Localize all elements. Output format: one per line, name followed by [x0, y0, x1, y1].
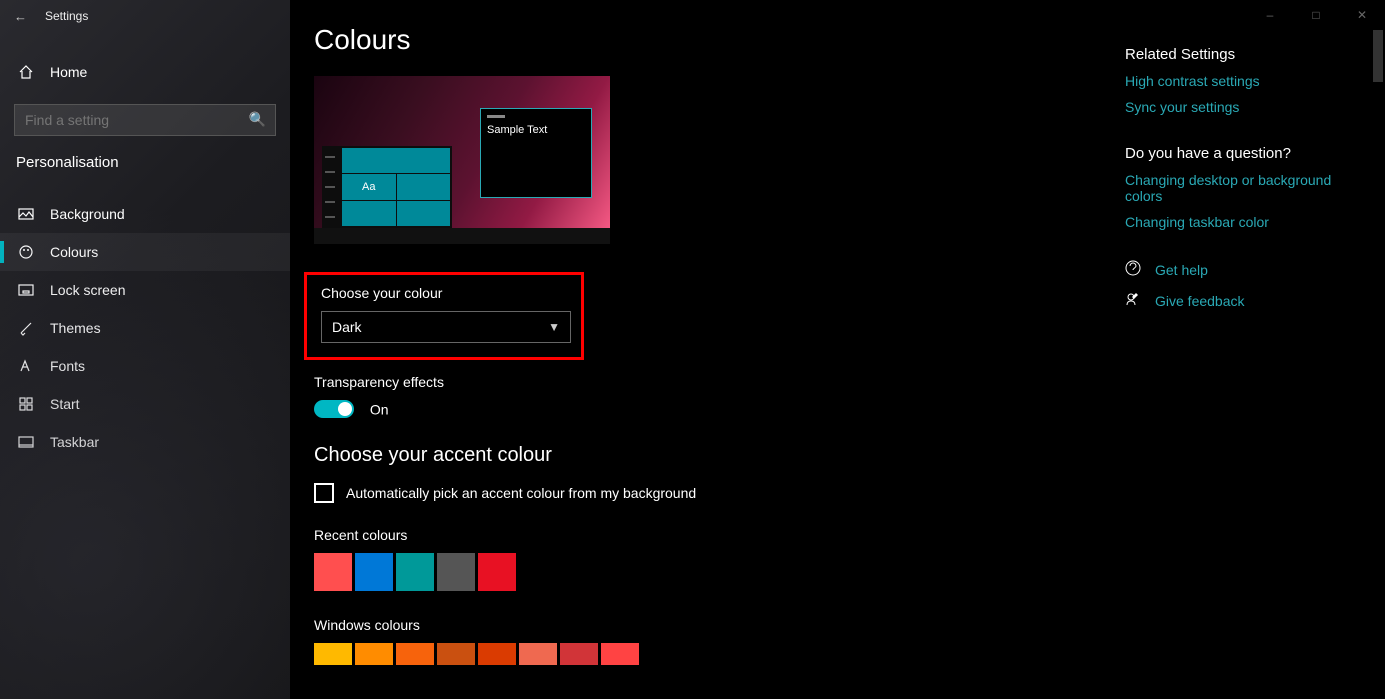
question-title: Do you have a question? [1125, 145, 1355, 162]
colour-swatch[interactable] [396, 643, 434, 665]
auto-accent-row[interactable]: Automatically pick an accent colour from… [314, 483, 1125, 503]
preview-aa: Aa [342, 174, 396, 199]
scrollbar[interactable] [1371, 30, 1385, 699]
home-label: Home [50, 64, 87, 80]
colour-swatch[interactable] [355, 643, 393, 665]
image-icon [18, 206, 34, 222]
transparency-state: On [370, 401, 389, 417]
colour-swatch[interactable] [314, 553, 352, 591]
colour-swatch[interactable] [437, 643, 475, 665]
colour-swatch[interactable] [314, 643, 352, 665]
link-high-contrast[interactable]: High contrast settings [1125, 73, 1355, 89]
feedback-icon [1125, 291, 1143, 310]
windows-colours [314, 643, 1125, 665]
windows-colours-label: Windows colours [314, 617, 1125, 633]
sidebar-item-lockscreen[interactable]: Lock screen [0, 271, 290, 309]
taskbar-icon [18, 434, 34, 450]
brush-icon [18, 320, 34, 336]
give-feedback-button[interactable]: Give feedback [1125, 291, 1355, 310]
sidebar-item-label: Lock screen [50, 282, 125, 298]
colour-preview: Aa Sample Text [314, 76, 610, 244]
titlebar: ← Settings [0, 0, 290, 32]
lock-icon [18, 282, 34, 298]
sidebar-item-label: Start [50, 396, 80, 412]
preview-sample-text: Sample Text [487, 124, 547, 136]
colour-swatch[interactable] [519, 643, 557, 665]
accent-title: Choose your accent colour [314, 444, 1125, 467]
home-button[interactable]: Home [0, 54, 290, 90]
help-icon [1125, 260, 1143, 279]
preview-start: Aa [322, 146, 452, 228]
main: Colours Aa Sample Text Choose your colou… [290, 0, 1385, 699]
transparency-setting: Transparency effects On [314, 374, 1125, 418]
sidebar-item-label: Colours [50, 244, 98, 260]
get-help-label: Get help [1155, 262, 1208, 278]
sidebar-item-fonts[interactable]: Fonts [0, 347, 290, 385]
sidebar-item-label: Taskbar [50, 434, 99, 450]
link-changing-taskbar[interactable]: Changing taskbar color [1125, 214, 1355, 230]
close-button[interactable]: ✕ [1339, 0, 1385, 30]
colour-swatch[interactable] [478, 643, 516, 665]
search-container: 🔍 [14, 104, 276, 136]
font-icon [18, 358, 34, 374]
search-icon: 🔍 [249, 111, 266, 128]
minimize-button[interactable]: – [1247, 0, 1293, 30]
recent-colours [314, 553, 1125, 591]
transparency-label: Transparency effects [314, 374, 1125, 390]
nav: Background Colours Lock screen Themes Fo… [0, 195, 290, 461]
sidebar-item-themes[interactable]: Themes [0, 309, 290, 347]
choose-colour-value: Dark [332, 319, 362, 335]
preview-window: Sample Text [480, 108, 592, 198]
get-help-button[interactable]: Get help [1125, 260, 1355, 279]
sidebar-item-colours[interactable]: Colours [0, 233, 290, 271]
choose-colour-select[interactable]: Dark ▼ [321, 311, 571, 343]
link-sync-settings[interactable]: Sync your settings [1125, 99, 1355, 115]
right-column: Related Settings High contrast settings … [1125, 24, 1355, 699]
choose-colour-label: Choose your colour [321, 285, 567, 301]
chevron-down-icon: ▼ [548, 320, 560, 334]
related-settings-title: Related Settings [1125, 46, 1355, 63]
search-input[interactable] [14, 104, 276, 136]
colour-swatch[interactable] [396, 553, 434, 591]
sidebar: ← Settings Home 🔍 Personalisation Backgr… [0, 0, 290, 699]
category-label: Personalisation [0, 136, 290, 181]
app-title: Settings [45, 9, 88, 23]
colour-swatch[interactable] [437, 553, 475, 591]
auto-accent-checkbox[interactable] [314, 483, 334, 503]
sidebar-item-background[interactable]: Background [0, 195, 290, 233]
scrollbar-thumb[interactable] [1373, 30, 1383, 82]
auto-accent-label: Automatically pick an accent colour from… [346, 485, 696, 501]
transparency-toggle[interactable] [314, 400, 354, 418]
colour-swatch[interactable] [560, 643, 598, 665]
give-feedback-label: Give feedback [1155, 293, 1245, 309]
maximize-button[interactable]: □ [1293, 0, 1339, 30]
colour-swatch[interactable] [601, 643, 639, 665]
sidebar-item-taskbar[interactable]: Taskbar [0, 423, 290, 461]
sidebar-item-label: Themes [50, 320, 101, 336]
sidebar-item-label: Background [50, 206, 125, 222]
grid-icon [18, 396, 34, 412]
colour-swatch[interactable] [478, 553, 516, 591]
palette-icon [18, 244, 34, 260]
content: Colours Aa Sample Text Choose your colou… [314, 24, 1125, 699]
sidebar-item-label: Fonts [50, 358, 85, 374]
highlight-choose-colour: Choose your colour Dark ▼ [304, 272, 584, 360]
page-title: Colours [314, 24, 1125, 56]
link-changing-background[interactable]: Changing desktop or background colors [1125, 172, 1355, 204]
sidebar-item-start[interactable]: Start [0, 385, 290, 423]
home-icon [18, 64, 34, 80]
recent-colours-label: Recent colours [314, 527, 1125, 543]
back-icon[interactable]: ← [14, 9, 27, 24]
window-controls: – □ ✕ [1247, 0, 1385, 30]
colour-swatch[interactable] [355, 553, 393, 591]
